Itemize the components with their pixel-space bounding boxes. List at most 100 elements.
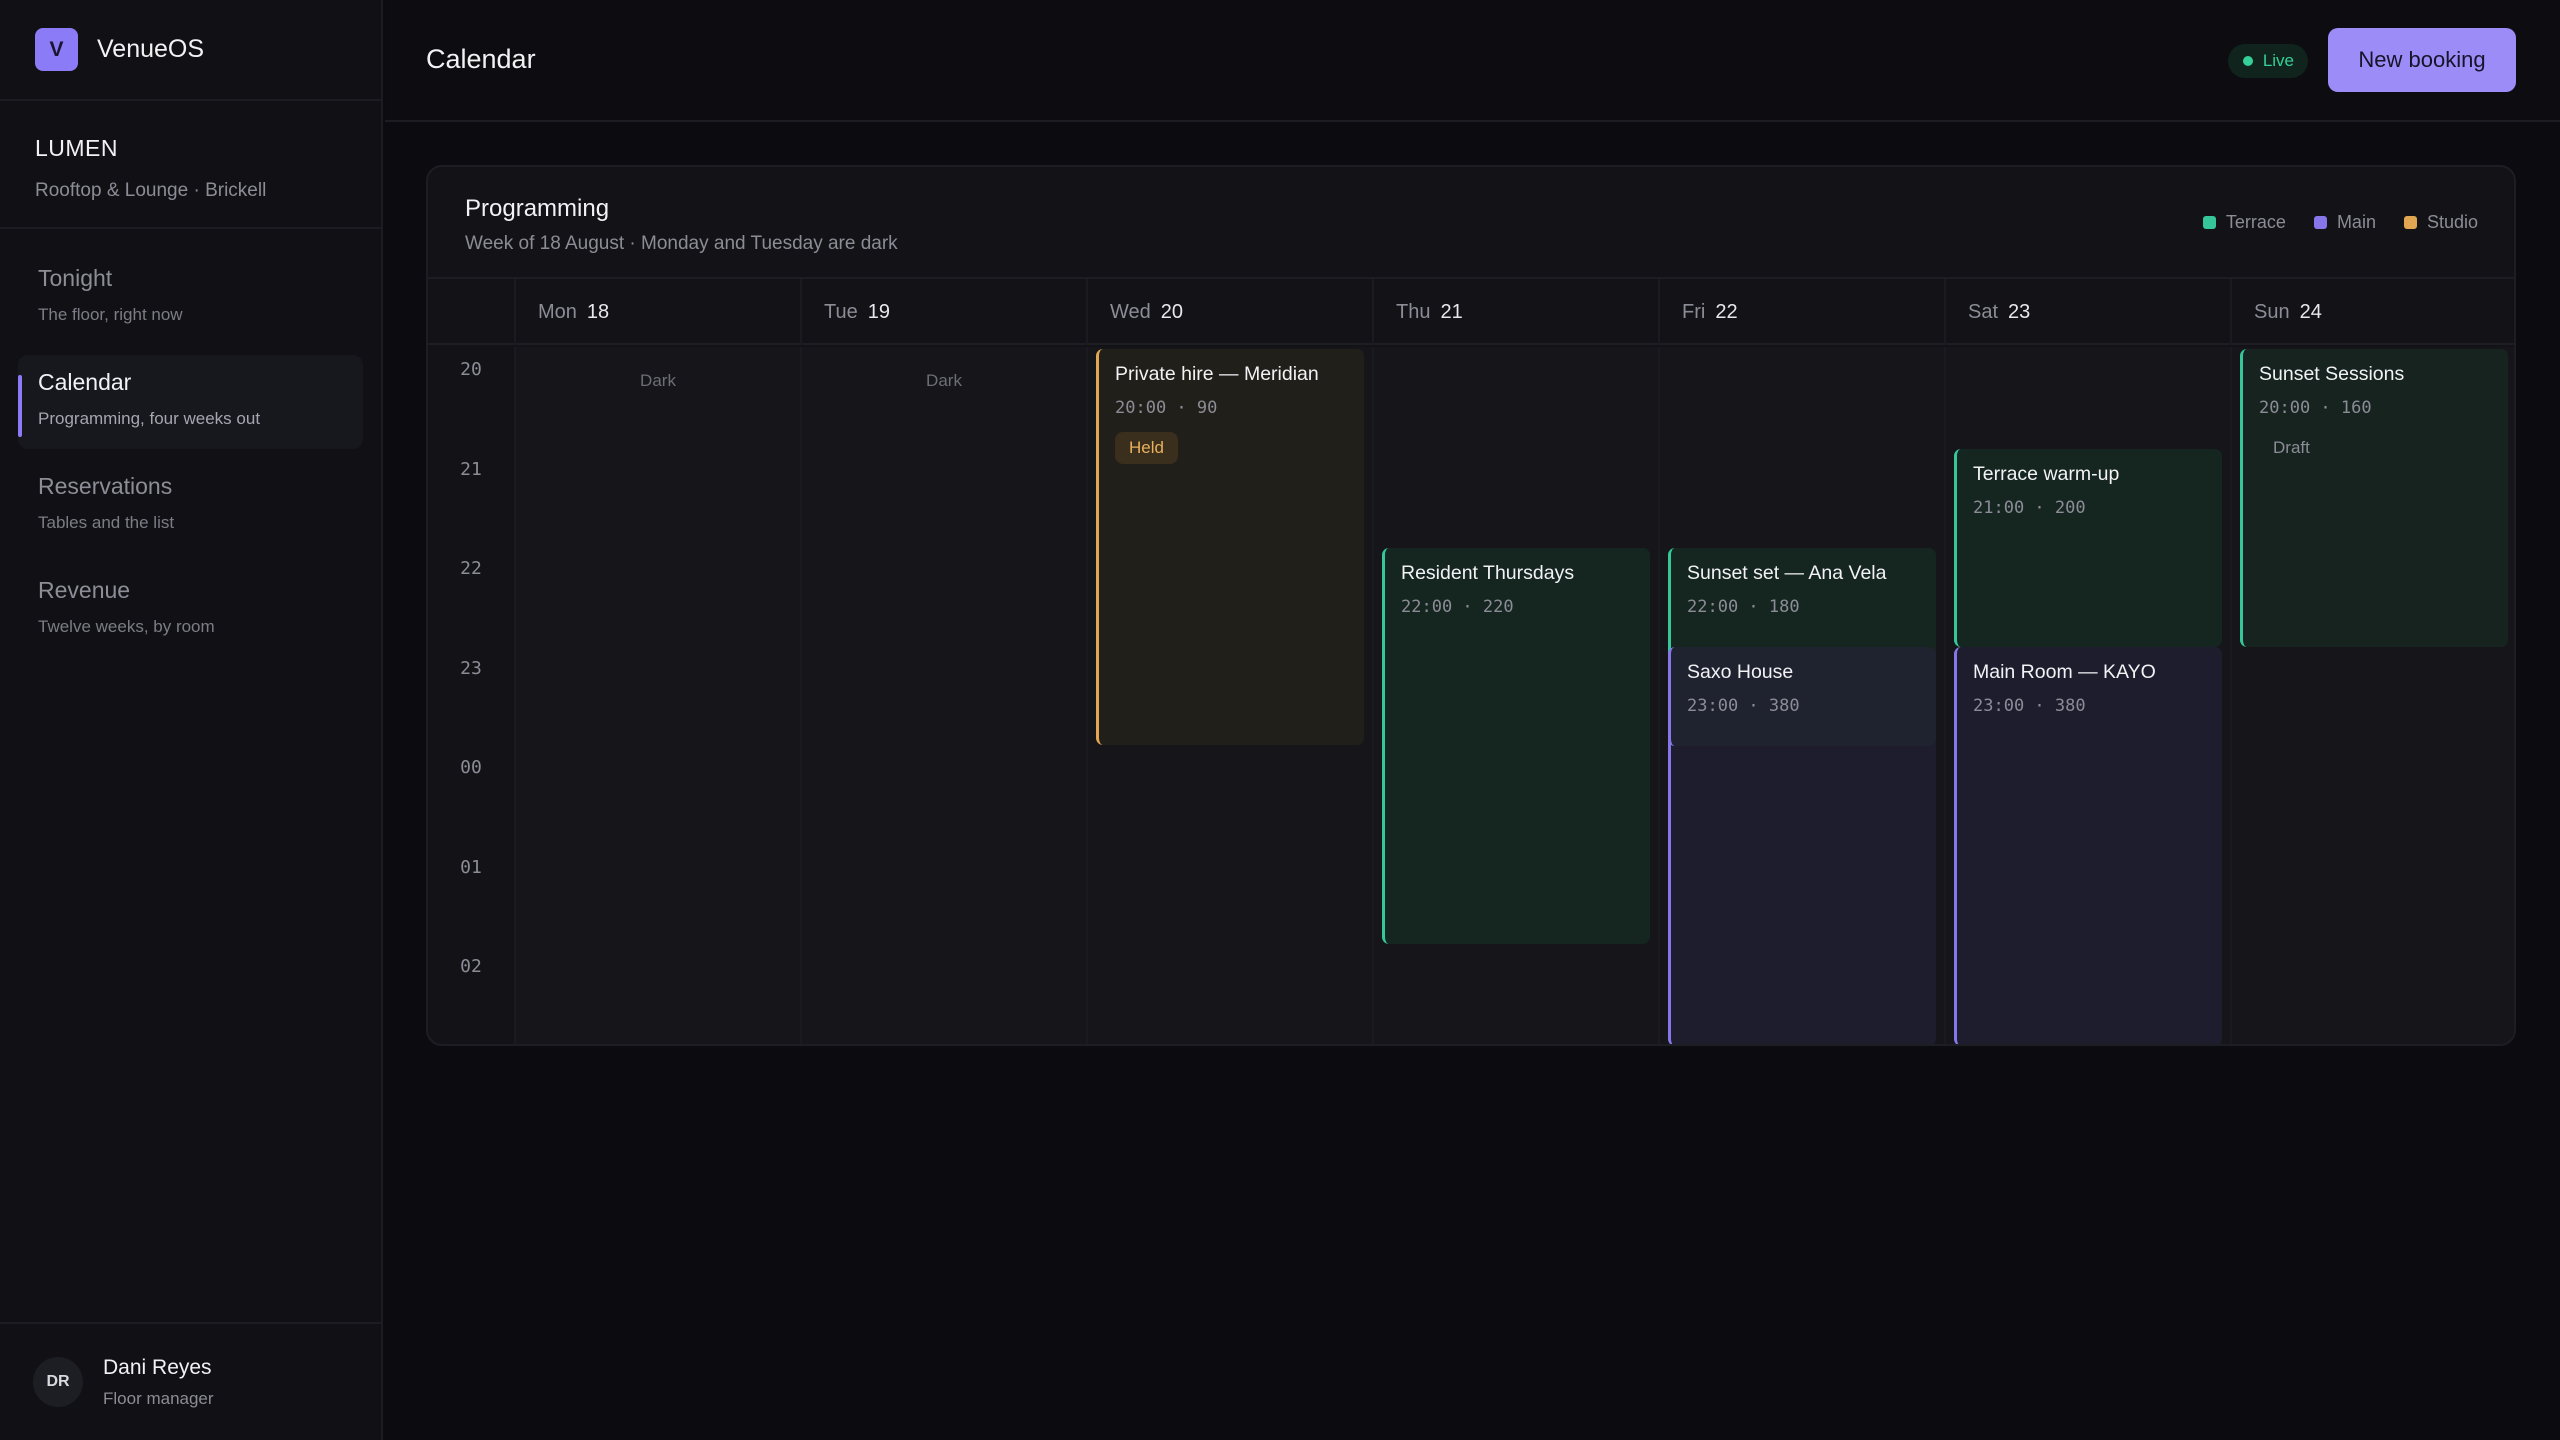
event-meta: 20:00 · 90: [1115, 398, 1218, 418]
legend-swatch: [2403, 216, 2417, 229]
day-header-tue[interactable]: Tue 19: [800, 279, 1086, 345]
day-header-thu[interactable]: Thu 21: [1372, 279, 1658, 345]
new-booking-button[interactable]: New booking: [2328, 28, 2516, 92]
dark-label: Dark: [640, 371, 676, 390]
day-number: 21: [1440, 301, 1463, 323]
venue-name: LUMEN: [35, 135, 119, 161]
sidebar-item-reservations[interactable]: Reservations Tables and the list: [18, 459, 363, 553]
legend-item-main: Main: [2313, 212, 2376, 233]
event-title: Private hire — Meridian: [1115, 363, 1319, 385]
page-title: Calendar: [426, 44, 536, 74]
brand-name: VenueOS: [97, 35, 205, 63]
sidebar-item-label: Calendar: [38, 369, 132, 395]
event-meta: 20:00 · 160: [2259, 398, 2372, 418]
legend-label: Studio: [2426, 212, 2478, 232]
hour-label: 22: [460, 558, 482, 579]
sidebar-item-label: Tonight: [38, 265, 113, 291]
venue-switcher[interactable]: LUMEN Rooftop & Lounge · Brickell: [0, 101, 381, 229]
hour-label: 01: [460, 857, 482, 878]
event-main-room-kayo[interactable]: Main Room — KAYO 23:00 · 380: [1954, 647, 2222, 1044]
day-header-mon[interactable]: Mon 18: [514, 279, 800, 345]
day-number: 22: [1715, 301, 1738, 323]
event-capacity: 90: [1196, 398, 1218, 418]
day-number: 19: [867, 301, 890, 323]
user-text: Dani Reyes Floor manager: [103, 1356, 214, 1409]
event-meta: 23:00 · 380: [1973, 696, 2086, 716]
legend-swatch: [2313, 216, 2327, 229]
day-header-sat[interactable]: Sat 23: [1944, 279, 2230, 345]
sidebar-nav: Tonight The floor, right now Calendar Pr…: [0, 229, 381, 657]
day-name: Tue: [824, 301, 858, 323]
sidebar-item-sub: The floor, right now: [38, 305, 183, 324]
dark-label: Dark: [926, 371, 962, 390]
event-title: Sunset Sessions: [2259, 363, 2405, 385]
day-column-tue[interactable]: Dark: [800, 347, 1086, 1044]
event-time: 23:00: [1687, 696, 1739, 716]
sidebar-item-revenue[interactable]: Revenue Twelve weeks, by room: [18, 563, 363, 657]
venue-subtitle: Rooftop & Lounge · Brickell: [35, 180, 267, 201]
event-title: Sunset set — Ana Vela: [1687, 562, 1887, 584]
card-title: Programming: [465, 195, 610, 222]
day-header-sun[interactable]: Sun 24: [2230, 279, 2514, 345]
legend: Terrace Main Studio: [2202, 212, 2478, 233]
brand[interactable]: V VenueOS: [0, 0, 381, 101]
legend-label: Terrace: [2225, 212, 2286, 232]
day-name: Wed: [1110, 301, 1151, 323]
card-header: Programming Week of 18 August · Monday a…: [428, 167, 2514, 279]
event-capacity: 180: [1768, 597, 1800, 617]
day-number: 20: [1160, 301, 1184, 323]
event-time: 23:00: [1973, 696, 2025, 716]
legend-swatch: [2202, 216, 2216, 229]
sidebar-item-sub: Twelve weeks, by room: [38, 617, 215, 636]
status-badge: Live: [2227, 44, 2308, 78]
event-title: Terrace warm-up: [1973, 463, 2120, 485]
hour-gutter: 20 21 22 23 00 01 02: [428, 347, 514, 1044]
status-badge: Held: [1115, 432, 1178, 464]
day-name: Sat: [1968, 301, 1999, 323]
hour-label: 02: [460, 956, 482, 977]
event-capacity: 200: [2054, 498, 2086, 518]
hour-label: 23: [460, 658, 482, 679]
live-dot-icon: [2242, 56, 2253, 66]
hour-label: 20: [460, 359, 482, 380]
event-capacity: 220: [1482, 597, 1514, 617]
event-private-hire-meridian[interactable]: Private hire — Meridian 20:00 · 90 Held: [1096, 349, 1364, 745]
day-number: 18: [586, 301, 610, 323]
status-label: Live: [2262, 51, 2294, 70]
event-meta: 22:00 · 180: [1687, 597, 1800, 617]
user-role: Floor manager: [103, 1388, 214, 1408]
status-badge: Draft: [2273, 438, 2310, 457]
legend-label: Main: [2336, 212, 2376, 232]
event-terrace-warm-up[interactable]: Terrace warm-up 21:00 · 200: [1954, 449, 2222, 647]
sidebar-item-sub: Programming, four weeks out: [38, 409, 261, 428]
user-profile[interactable]: DR Dani Reyes Floor manager: [0, 1322, 381, 1440]
event-meta: 23:00 · 380: [1687, 696, 1800, 716]
event-capacity: 380: [2054, 696, 2086, 716]
sidebar-item-calendar[interactable]: Calendar Programming, four weeks out: [18, 355, 363, 449]
event-time: 22:00: [1687, 597, 1739, 617]
sidebar-item-tonight[interactable]: Tonight The floor, right now: [18, 251, 363, 345]
hour-label: 00: [460, 757, 482, 778]
event-title: Main Room — KAYO: [1973, 661, 2156, 683]
day-header-fri[interactable]: Fri 22: [1658, 279, 1944, 345]
day-header-wed[interactable]: Wed 20: [1086, 279, 1372, 345]
sidebar-item-sub: Tables and the list: [38, 513, 175, 532]
event-time: 20:00: [1115, 398, 1167, 418]
event-time: 21:00: [1973, 498, 2025, 518]
day-name: Mon: [538, 301, 577, 323]
day-number: 23: [2008, 301, 2031, 323]
event-time: 22:00: [1401, 597, 1453, 617]
avatar: DR: [33, 1357, 83, 1407]
day-column-mon[interactable]: Dark: [514, 347, 800, 1044]
event-capacity: 380: [1768, 696, 1800, 716]
sidebar-item-label: Revenue: [38, 577, 131, 603]
sidebar: V VenueOS LUMEN Rooftop & Lounge · Brick…: [0, 0, 383, 1440]
calendar-card: Programming Week of 18 August · Monday a…: [426, 165, 2516, 1046]
day-number: 24: [2299, 301, 2322, 323]
event-title: Saxo House: [1687, 661, 1794, 683]
event-sunset-sessions[interactable]: Sunset Sessions 20:00 · 160 Draft: [2240, 349, 2508, 647]
calendar-grid: 20 21 22 23 00 01 02 Dark Dark Private h…: [428, 347, 2514, 1044]
day-name: Fri: [1682, 301, 1706, 323]
event-resident-thursdays[interactable]: Resident Thursdays 22:00 · 220: [1382, 548, 1650, 944]
event-saxo-house[interactable]: Saxo House 23:00 · 380: [1668, 647, 1936, 746]
